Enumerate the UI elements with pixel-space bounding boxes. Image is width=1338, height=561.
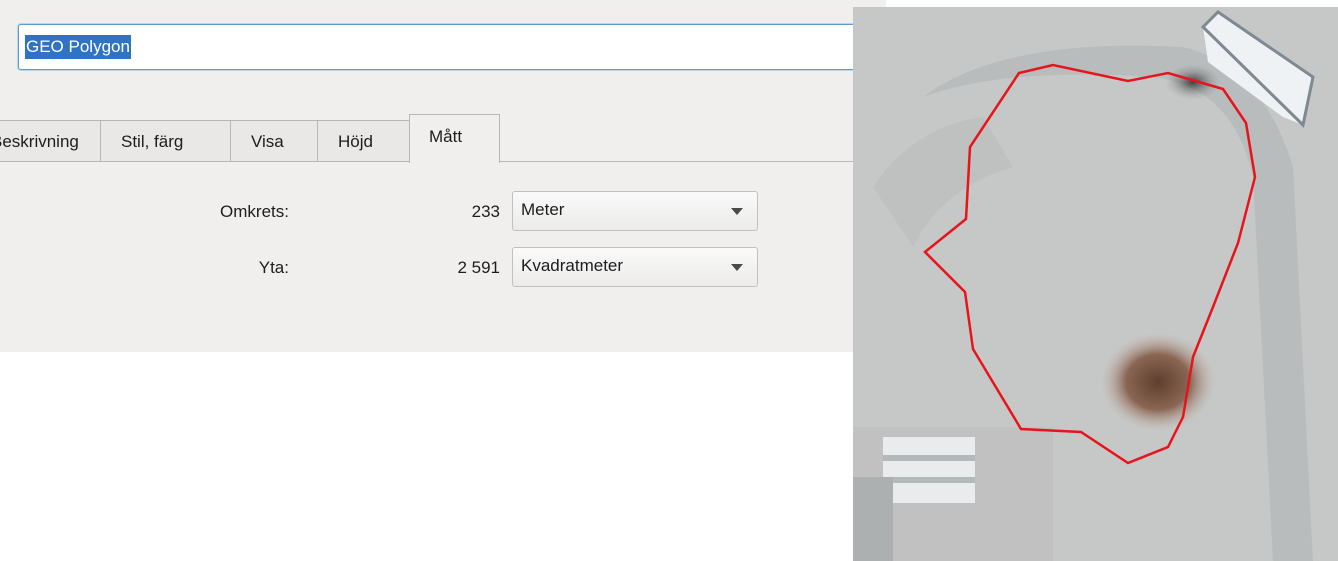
perimeter-unit-selected: Meter <box>521 200 565 219</box>
tab-measurements-label: Mått <box>429 127 463 146</box>
tab-height[interactable]: Höjd <box>317 120 410 161</box>
chevron-down-icon <box>731 264 743 271</box>
area-unit-selected: Kvadratmeter <box>521 256 624 275</box>
building-bottom-stripe <box>883 455 975 461</box>
mound <box>1100 332 1216 432</box>
building-bottom-stripe <box>883 477 975 483</box>
shadow-spot <box>1165 64 1221 100</box>
perimeter-label: Omkrets: <box>220 202 289 221</box>
area-value: 2 591 <box>457 258 500 277</box>
area-label: Yta: <box>258 258 289 277</box>
tab-description[interactable]: Beskrivning <box>0 120 101 161</box>
chevron-down-icon <box>731 208 743 215</box>
satellite-map-view[interactable] <box>853 7 1338 561</box>
ground-shadow <box>853 477 893 561</box>
tab-show[interactable]: Visa <box>230 120 318 161</box>
tab-show-label: Visa <box>251 132 284 151</box>
name-input-selected-text: GEO Polygon <box>25 35 131 59</box>
map-canvas <box>853 7 1338 561</box>
perimeter-value: 233 <box>471 202 500 221</box>
name-input[interactable]: GEO Polygon <box>18 24 918 70</box>
area-unit-select[interactable]: Kvadratmeter <box>512 247 758 287</box>
tab-description-label: Beskrivning <box>0 132 79 151</box>
building-bottom <box>883 437 975 503</box>
properties-dialog: GEO Polygon Beskrivning Stil, färg Visa … <box>0 0 918 352</box>
tab-height-label: Höjd <box>338 132 373 151</box>
tab-style-color-label: Stil, färg <box>121 132 184 151</box>
tab-bar: Beskrivning Stil, färg Visa Höjd Mått <box>0 114 886 163</box>
tab-measurements[interactable]: Mått <box>409 114 500 163</box>
tab-style-color[interactable]: Stil, färg <box>100 120 231 161</box>
perimeter-unit-select[interactable]: Meter <box>512 191 758 231</box>
